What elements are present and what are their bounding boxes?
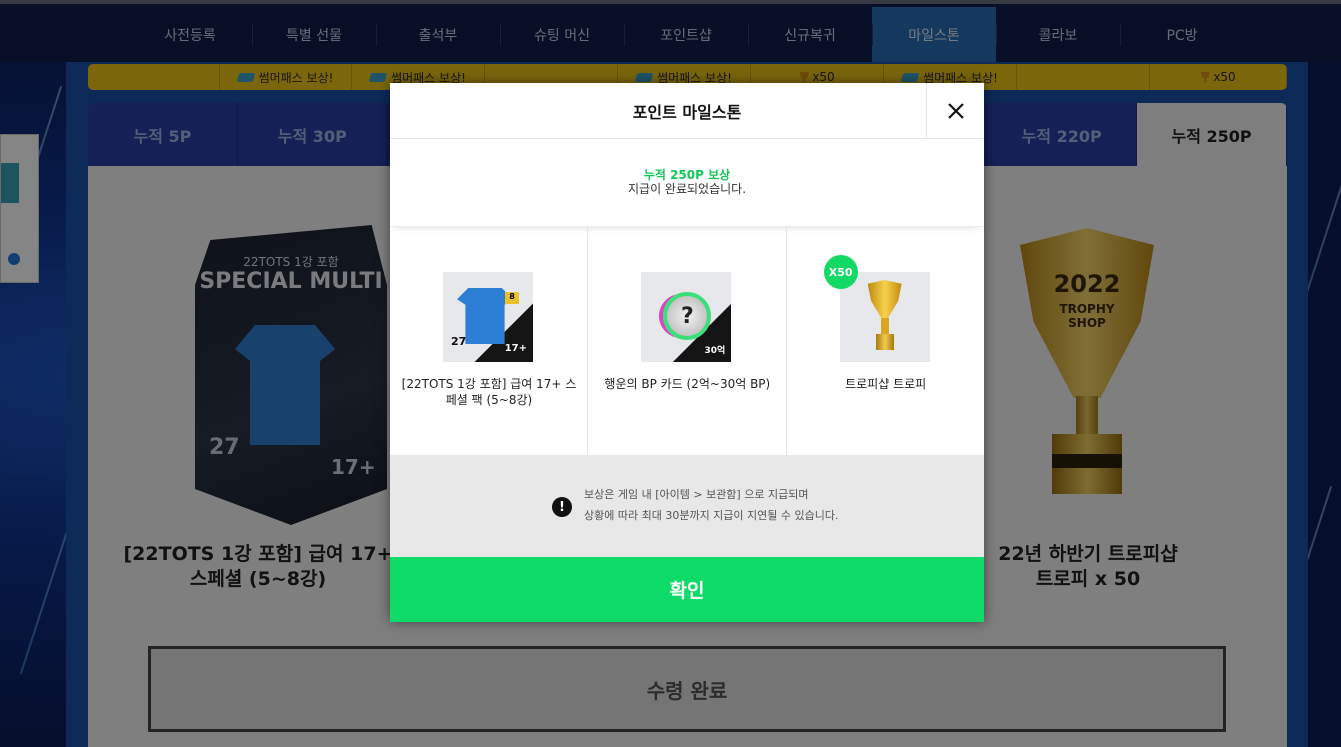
reward-item: ? 30억 행운의 BP 카드 (2억~30억 BP) [588,227,787,455]
bp-coin-icon: ? [663,292,712,340]
special-pack-thumbnail: 8 27 17+ [443,272,533,362]
reward-item-label: [22TOTS 1강 포함] 급여 17+ 스페셜 팩 (5~8강) [401,377,577,407]
thumb-plus: 17+ [504,343,527,354]
thumb-badge: 8 [505,292,519,304]
trophy-icon [867,280,902,352]
reward-status: 지급이 완료되었습니다. [627,182,747,196]
reward-item-label: 트로피샵 트로피 [845,377,927,391]
trophy-thumbnail [839,272,930,362]
exclamation-icon: ! [552,497,572,517]
thumb-rating: 27 [451,335,467,348]
notice-line-2: 상황에 따라 최대 30분까지 지급이 지연될 수 있습니다. [584,509,839,522]
reward-item-label: 행운의 BP 카드 (2억~30억 BP) [604,377,771,391]
milestone-modal: 포인트 마일스톤 누적 250P 보상 지급이 완료되었습니다. 8 27 17… [390,83,984,622]
bp-card-thumbnail: ? 30억 [641,272,732,362]
close-icon [947,103,964,119]
thumb-amount: 30억 [704,346,726,356]
reward-highlight: 누적 250P 보상 [643,168,731,182]
notice-line-1: 보상은 게임 내 [아이템 > 보관함] 으로 지급되며 [584,488,809,501]
close-button[interactable] [926,83,984,139]
confirm-button[interactable]: 확인 [390,557,984,622]
quantity-badge: X50 [823,255,858,289]
notice-box: ! 보상은 게임 내 [아이템 > 보관함] 으로 지급되며 상황에 따라 최대… [390,455,984,557]
modal-title: 포인트 마일스톤 [390,83,984,139]
reward-item: X50 트로피샵 트로피 [787,227,984,455]
reward-item: 8 27 17+ [22TOTS 1강 포함] 급여 17+ 스페셜 팩 (5~… [390,227,589,455]
question-mark: ? [680,304,694,329]
modal-subheader: 누적 250P 보상 지급이 완료되었습니다. [390,140,984,226]
reward-items: 8 27 17+ [22TOTS 1강 포함] 급여 17+ 스페셜 팩 (5~… [390,226,984,455]
